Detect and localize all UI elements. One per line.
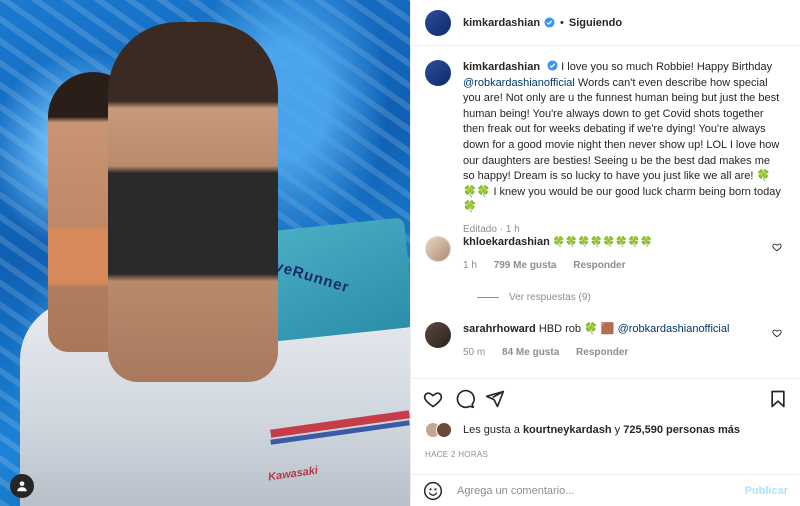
liker-avatar: [436, 422, 452, 438]
caption: kimkardashian I love you so much Robbie!…: [425, 60, 786, 238]
caption-author-avatar[interactable]: [425, 60, 451, 86]
comment-username[interactable]: khloekardashian: [463, 236, 550, 248]
comment-mention-link[interactable]: @robkardashianofficial: [618, 323, 730, 335]
comment-reply-button[interactable]: Responder: [576, 347, 628, 358]
tagged-user-icon[interactable]: [10, 474, 34, 498]
instagram-post-view: WaveRunner Kawasaki kimkardashian • Sigu…: [0, 0, 800, 506]
liker-avatars: [425, 422, 455, 438]
comment-item: sarahrhoward HBD rob 🍀 🟫 @robkardashiano…: [425, 322, 786, 358]
comment-meta: 50 m 84 Me gusta Responder: [463, 347, 729, 358]
comment-username[interactable]: sarahrhoward: [463, 323, 536, 335]
comment-body: khloekardashian 🍀🍀🍀🍀🍀🍀🍀🍀 1 h 799 Me gust…: [463, 236, 653, 271]
comment-likes[interactable]: 799 Me gusta: [494, 260, 557, 271]
comment-like-heart-icon[interactable]: [772, 328, 782, 338]
caption-mention-link[interactable]: @robkardashianofficial: [463, 77, 575, 89]
separator-dot: •: [560, 16, 564, 29]
emoji-icon[interactable]: [423, 481, 443, 501]
comment-input[interactable]: [457, 484, 745, 497]
replies-divider: [477, 297, 499, 298]
comment-text: 🍀🍀🍀🍀🍀🍀🍀🍀: [552, 237, 653, 248]
comment-avatar[interactable]: [425, 322, 451, 348]
follow-status-button[interactable]: Siguiendo: [569, 17, 622, 29]
caption-author-username[interactable]: kimkardashian: [463, 61, 540, 73]
caption-text-1: I love you so much Robbie! Happy Birthda…: [561, 61, 773, 73]
likes-prefix: Les gusta a: [463, 424, 520, 436]
comment-meta: 1 h 799 Me gusta Responder: [463, 260, 653, 271]
post-actions: Les gusta a kourtneykardash y 725,590 pe…: [411, 378, 800, 474]
publish-button[interactable]: Publicar: [745, 485, 788, 497]
comment-icon[interactable]: [455, 389, 475, 409]
post-photo[interactable]: WaveRunner Kawasaki: [0, 0, 410, 506]
post-timestamp: HACE 2 HORAS: [425, 450, 489, 459]
caption-body: kimkardashian I love you so much Robbie!…: [463, 60, 783, 238]
verified-icon: [547, 60, 558, 71]
likes-conjunction: y: [614, 424, 621, 436]
view-replies-button[interactable]: Ver respuestas (9): [477, 292, 591, 303]
share-icon[interactable]: [485, 389, 505, 409]
comment-likes[interactable]: 84 Me gusta: [502, 347, 559, 358]
woman-figure: [108, 22, 278, 382]
comment-time: 1 h: [463, 260, 477, 271]
view-replies-label: Ver respuestas (9): [509, 292, 591, 303]
action-icon-row: [423, 389, 788, 411]
heart-icon[interactable]: [423, 389, 443, 409]
verified-icon: [544, 17, 555, 28]
author-username[interactable]: kimkardashian: [463, 17, 540, 29]
caption-text-2: Words can't even describe how special yo…: [463, 76, 781, 214]
add-comment-bar: Publicar: [411, 474, 800, 506]
post-header: kimkardashian • Siguiendo: [411, 0, 800, 46]
author-avatar[interactable]: [425, 9, 451, 36]
comment-like-heart-icon[interactable]: [772, 242, 782, 252]
bookmark-icon[interactable]: [768, 389, 788, 409]
likes-count-link[interactable]: 725,590 personas más: [623, 424, 740, 436]
comment-reply-button[interactable]: Responder: [573, 260, 625, 271]
likes-user-link[interactable]: kourtneykardash: [523, 424, 612, 436]
likes-summary: Les gusta a kourtneykardash y 725,590 pe…: [425, 422, 740, 438]
comment-time: 50 m: [463, 347, 486, 358]
comment-item: khloekardashian 🍀🍀🍀🍀🍀🍀🍀🍀 1 h 799 Me gust…: [425, 236, 786, 271]
comment-text: HBD rob 🍀 🟫: [538, 323, 615, 335]
comment-body: sarahrhoward HBD rob 🍀 🟫 @robkardashiano…: [463, 322, 729, 358]
post-details-panel: kimkardashian • Siguiendo kimkardashian …: [410, 0, 800, 506]
comment-avatar[interactable]: [425, 236, 451, 262]
